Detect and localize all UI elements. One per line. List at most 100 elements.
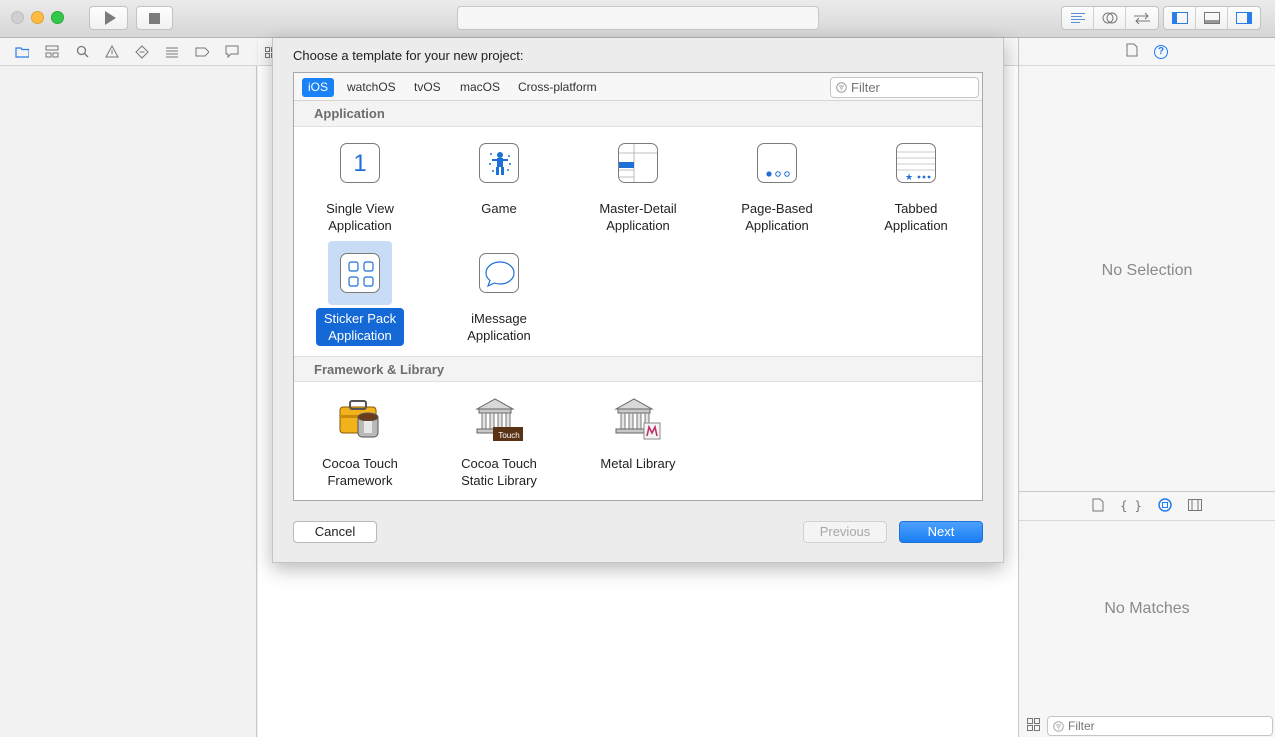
run-button[interactable] (89, 6, 128, 30)
template-page-based-app[interactable]: Page-Based Application (717, 131, 837, 236)
imessage-icon (479, 253, 519, 293)
object-library-icon[interactable] (1158, 497, 1172, 515)
venn-icon (1102, 12, 1117, 24)
template-metal-library[interactable]: Metal Library (578, 386, 698, 474)
toolbox-icon (339, 400, 379, 438)
hierarchy-icon[interactable] (45, 45, 59, 59)
zoom-window-button[interactable] (51, 11, 64, 24)
library-filter-input[interactable] (1068, 719, 1258, 733)
single-view-icon: 1 (340, 143, 380, 183)
stop-button[interactable] (136, 6, 173, 30)
media-library-icon[interactable] (1187, 498, 1202, 514)
template-label: Application (467, 328, 531, 343)
file-template-icon[interactable] (1092, 498, 1104, 515)
lines-icon (1070, 13, 1085, 23)
code-snippet-icon[interactable]: { } (1120, 499, 1142, 513)
section-header-application: Application (294, 101, 982, 127)
toggle-inspector-button[interactable] (1228, 7, 1260, 29)
sticker-pack-icon (340, 253, 380, 293)
cancel-button[interactable]: Cancel (293, 521, 377, 543)
editor-mode-control (1061, 6, 1159, 30)
no-matches-label: No Matches (1104, 600, 1190, 617)
navigator-selector-bar (0, 38, 257, 66)
template-label: Application (884, 218, 948, 233)
template-label: Cocoa Touch (461, 456, 537, 471)
close-window-button[interactable] (11, 11, 24, 24)
filter-icon (836, 82, 847, 93)
platform-tab-bar: iOS watchOS tvOS macOS Cross-platform (294, 73, 982, 101)
page-based-icon (757, 143, 797, 183)
bottom-panel-icon (1203, 12, 1220, 24)
right-panel-icon (1236, 12, 1252, 24)
template-chooser-sheet: Choose a template for your new project: … (272, 38, 1004, 563)
library-selector-bar: { } (1019, 491, 1275, 521)
quick-help-icon[interactable]: ? (1154, 44, 1168, 59)
sheet-title: Choose a template for your new project: (293, 48, 524, 63)
game-icon (479, 143, 519, 183)
toggle-navigator-button[interactable] (1164, 7, 1196, 29)
debug-list-icon[interactable] (165, 45, 179, 59)
template-tabbed-app[interactable]: ★ Tabbed Application (856, 131, 976, 236)
metal-library-icon (614, 398, 661, 440)
template-label: Application (606, 218, 670, 233)
toggle-debug-area-button[interactable] (1196, 7, 1228, 29)
window-toolbar (0, 0, 1275, 38)
template-filter-field[interactable] (830, 77, 979, 98)
tabbed-icon: ★ (896, 143, 936, 183)
test-diamond-icon[interactable] (135, 44, 149, 59)
navigator-pane (0, 66, 257, 737)
file-inspector-icon[interactable] (1126, 43, 1138, 60)
tab-tvos[interactable]: tvOS (408, 78, 447, 97)
template-filter-input[interactable] (851, 80, 971, 95)
library-filter-field[interactable] (1047, 716, 1273, 736)
standard-editor-button[interactable] (1062, 7, 1094, 29)
assistant-editor-button[interactable] (1094, 7, 1126, 29)
previous-button[interactable]: Previous (803, 521, 887, 543)
svg-text:★: ★ (905, 173, 913, 183)
report-icon[interactable] (225, 45, 239, 59)
template-sticker-pack-app[interactable]: Sticker Pack Application (300, 241, 420, 346)
template-game[interactable]: Game (439, 131, 559, 219)
template-cocoa-touch-framework[interactable]: Cocoa Touch Framework (300, 386, 420, 491)
left-panel-icon (1171, 12, 1188, 24)
template-single-view-app[interactable]: 1 Single View Application (300, 131, 420, 236)
tab-ios[interactable]: iOS (302, 78, 335, 97)
tab-macos[interactable]: macOS (454, 78, 506, 97)
template-master-detail-app[interactable]: Master-Detail Application (578, 131, 698, 236)
tab-cross-platform[interactable]: Cross-platform (512, 78, 603, 97)
template-label: Application (328, 328, 392, 343)
template-label: Application (745, 218, 809, 233)
next-button[interactable]: Next (899, 521, 983, 543)
inspector-pane (1018, 38, 1275, 737)
view-toggle-control (1163, 6, 1261, 30)
template-label: Sticker Pack (323, 311, 397, 326)
template-cocoa-touch-static-library[interactable]: Touch Cocoa Touch Static Library (439, 386, 559, 491)
master-detail-icon (618, 143, 658, 183)
grid-view-icon[interactable] (1027, 718, 1040, 731)
template-label: Game (481, 201, 517, 216)
template-label: Metal Library (600, 456, 676, 471)
template-label: Single View (326, 201, 394, 216)
breakpoint-icon[interactable] (195, 45, 209, 59)
folder-icon[interactable] (15, 45, 29, 59)
warning-icon[interactable] (105, 45, 119, 59)
play-icon (104, 11, 116, 25)
template-label: Application (328, 218, 392, 233)
filter-icon (1053, 720, 1064, 732)
inspector-selector-bar: ? (1019, 38, 1275, 66)
template-label: Tabbed (894, 201, 938, 216)
stop-icon (149, 12, 160, 24)
section-header-framework-library: Framework & Library (294, 356, 982, 382)
template-label: Static Library (461, 473, 537, 488)
template-chooser: iOS watchOS tvOS macOS Cross-platform Ap… (293, 72, 983, 501)
touch-badge: Touch (498, 430, 520, 440)
tab-watchos[interactable]: watchOS (341, 78, 402, 97)
no-selection-label: No Selection (1101, 262, 1193, 279)
search-icon[interactable] (75, 45, 89, 59)
version-editor-button[interactable] (1126, 7, 1158, 29)
template-label: Cocoa Touch (322, 456, 398, 471)
template-label: Framework (327, 473, 393, 488)
template-label: iMessage (471, 311, 527, 326)
template-imessage-app[interactable]: iMessage Application (439, 241, 559, 346)
minimize-window-button[interactable] (31, 11, 44, 24)
